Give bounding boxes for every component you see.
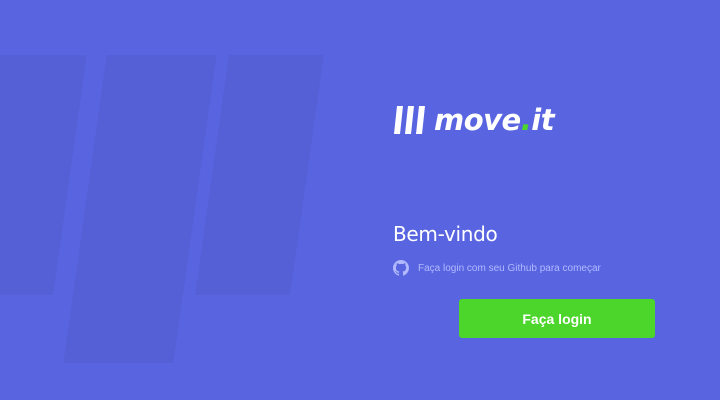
github-icon	[393, 260, 409, 276]
background-graphic	[0, 0, 340, 400]
background-stripe	[195, 55, 324, 295]
brand-name-dot: .	[520, 103, 532, 137]
login-button[interactable]: Faça login	[459, 299, 655, 338]
login-hint: Faça login com seu Github para começar	[393, 260, 601, 276]
login-hint-text: Faça login com seu Github para começar	[418, 262, 601, 274]
brand-name-part2: it	[531, 103, 555, 137]
background-stripe	[63, 55, 217, 363]
brand-logo: move.it	[393, 103, 555, 137]
triple-slash-logo-icon	[394, 106, 425, 134]
background-stripe	[0, 55, 87, 295]
brand-name: move.it	[434, 103, 555, 137]
brand-name-part1: move	[434, 103, 521, 137]
welcome-title: Bem-vindo	[393, 222, 498, 246]
